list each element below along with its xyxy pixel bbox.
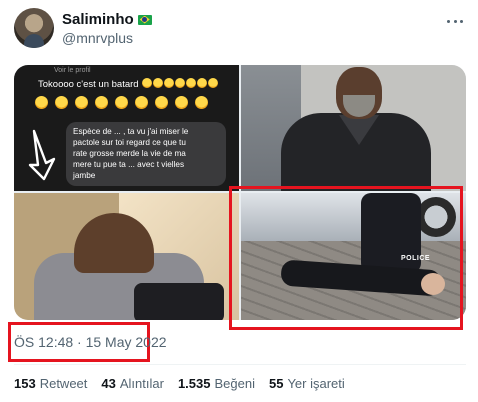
stat-count: 43 xyxy=(101,376,116,391)
display-name[interactable]: Saliminho xyxy=(62,11,134,28)
more-options-icon[interactable] xyxy=(444,14,466,28)
laughing-emoji-icon xyxy=(164,78,175,88)
bubble-line: jambe xyxy=(73,171,96,180)
laughing-emoji-icon xyxy=(175,78,186,88)
brazil-flag-icon xyxy=(137,14,152,25)
media-image-man-in-jacket[interactable] xyxy=(241,65,466,191)
chat-first-message-text: Tokoooo c'est un batard xyxy=(38,79,139,90)
media-image-man-kneeling[interactable] xyxy=(14,193,239,320)
stat-count: 55 xyxy=(268,376,284,391)
laughing-emoji-icon xyxy=(195,96,208,109)
laughing-emoji-icon xyxy=(55,96,68,109)
laughing-emoji-icon xyxy=(75,96,88,109)
divider xyxy=(14,364,466,365)
stat-label: Retweet xyxy=(39,376,88,391)
emoji-row xyxy=(34,96,208,109)
engagement-stats: 153 Retweet 43 Alıntılar 1.535 Beğeni 55… xyxy=(14,376,345,391)
name-row: Saliminho xyxy=(62,11,152,28)
tweet-header: Saliminho @mnrvplus xyxy=(14,8,466,48)
bubble-line: pactole sur toi regard ce que tu xyxy=(73,138,186,147)
laughing-emoji-icon xyxy=(208,78,219,88)
stat-label: Yer işareti xyxy=(287,376,345,391)
laughing-emoji-icon xyxy=(115,96,128,109)
highlight-box-media xyxy=(229,186,463,330)
tweet-timestamp[interactable]: ÖS 12:48 · 15 May 2022 xyxy=(14,334,167,350)
bookmark-count[interactable]: 55 Yer işareti xyxy=(269,376,345,391)
avatar[interactable] xyxy=(14,8,54,48)
chat-message-bubble: Espèce de ... , ta vu j'ai miser le pact… xyxy=(66,122,226,186)
laughing-emoji-icon xyxy=(197,78,208,88)
bubble-line: Espèce de ... , ta vu j'ai miser le xyxy=(73,127,189,136)
stat-count: 153 xyxy=(14,376,36,391)
laughing-emoji-icon xyxy=(186,78,197,88)
quote-count[interactable]: 43 Alıntılar xyxy=(101,376,164,391)
media-image-chat-screenshot[interactable]: Voir le profil Tokoooo c'est un batard E… xyxy=(14,65,239,191)
laughing-emoji-icon xyxy=(142,78,153,88)
laughing-emoji-icon xyxy=(175,96,188,109)
hand-drawn-arrow-icon xyxy=(28,129,56,181)
laughing-emoji-icon xyxy=(135,96,148,109)
laughing-emoji-icon xyxy=(153,78,164,88)
stat-count: 1.535 xyxy=(177,376,211,391)
laughing-emoji-icon xyxy=(35,96,48,109)
like-count[interactable]: 1.535 Beğeni xyxy=(178,376,255,391)
stat-label: Alıntılar xyxy=(119,376,164,391)
chat-top-caption: Voir le profil xyxy=(54,67,91,74)
bubble-line: rate grosse merde la vie de ma xyxy=(73,149,186,158)
user-handle[interactable]: @mnrvplus xyxy=(62,30,133,46)
retweet-count[interactable]: 153 Retweet xyxy=(14,376,87,391)
bubble-line: mere tu pue ta ... avec t vielles xyxy=(73,160,185,169)
chat-first-message: Tokoooo c'est un batard xyxy=(38,78,219,90)
stat-label: Beğeni xyxy=(214,376,255,391)
laughing-emoji-icon xyxy=(95,96,108,109)
laughing-emoji-icon xyxy=(155,96,168,109)
